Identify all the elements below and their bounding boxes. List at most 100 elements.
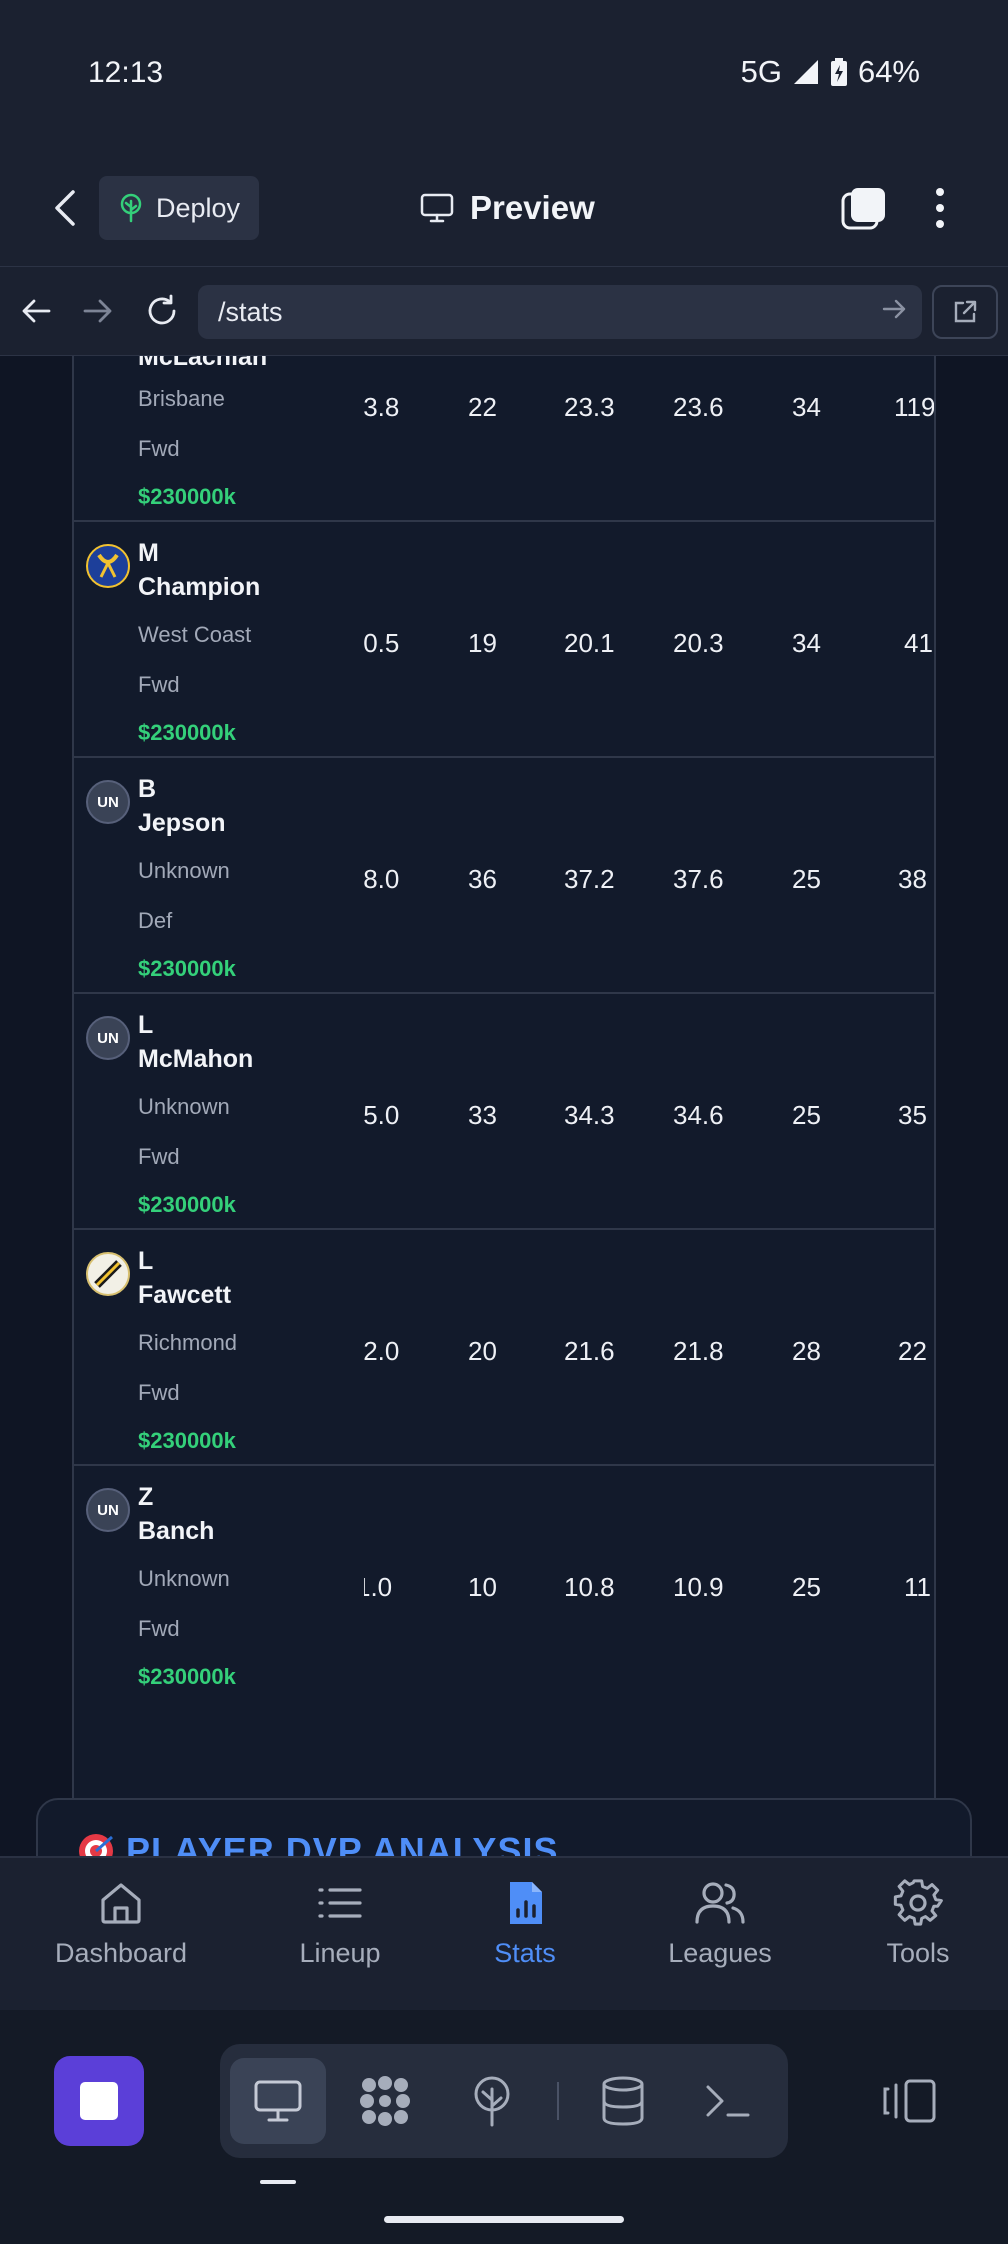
reload-icon	[148, 294, 176, 325]
player-team: Brisbane	[138, 386, 225, 411]
stats-page-content[interactable]: McLachlan Brisbane Fwd $230000k :3.8 22 …	[0, 356, 1008, 1856]
stat-cell: 10	[468, 1572, 497, 1602]
stat-cell: 41	[904, 628, 933, 658]
deploy-label: Deploy	[155, 192, 241, 223]
stat-cell: 20.3	[673, 628, 724, 658]
browser-forward-button[interactable]	[74, 287, 122, 335]
arrow-left-icon	[22, 299, 51, 323]
preview-tool-button[interactable]	[230, 2058, 326, 2144]
nav-stats-label: Stats	[494, 1938, 556, 1968]
back-button[interactable]	[42, 180, 88, 236]
url-input[interactable]: /stats	[198, 285, 922, 339]
stat-cell: :0.5	[364, 628, 400, 658]
home-indicator[interactable]	[384, 2216, 624, 2223]
database-tool-button[interactable]	[575, 2058, 671, 2144]
stat-cell: :8.0	[364, 864, 400, 894]
stat-cell: 25	[792, 864, 821, 894]
stat-cell: 34	[792, 392, 821, 422]
battery-level: 64%	[857, 54, 920, 89]
stat-cells: :3.8 22 23.3 23.6 34 119	[364, 356, 934, 522]
more-menu-button[interactable]	[920, 180, 960, 236]
stat-cell: 23.3	[564, 392, 615, 422]
stats-icon	[510, 1882, 542, 1924]
nav-dashboard[interactable]: Dashboard	[31, 1878, 211, 1998]
tool-divider	[557, 2082, 559, 2120]
stop-icon	[80, 2082, 118, 2120]
dvp-analysis-card: PLAYER DVP ANALYSIS	[36, 1798, 972, 1856]
stat-cells: :2.0 20 21.6 21.8 28 22	[364, 1230, 934, 1466]
stat-cell: 20	[468, 1336, 497, 1366]
reload-button[interactable]	[138, 287, 186, 335]
stat-cell: 11	[904, 1572, 931, 1602]
split-view-button[interactable]	[878, 2066, 942, 2136]
stat-cell: 10.8	[564, 1572, 615, 1602]
status-time: 12:13	[88, 56, 164, 89]
player-position: Fwd	[138, 672, 180, 697]
table-row[interactable]: L Fawcett Richmond Fwd $230000k :2.0 20 …	[74, 1230, 934, 1466]
table-row[interactable]: McLachlan Brisbane Fwd $230000k :3.8 22 …	[74, 356, 934, 522]
stop-button[interactable]	[54, 2056, 144, 2146]
player-position: Fwd	[138, 1380, 180, 1405]
nav-leagues[interactable]: Leagues	[630, 1878, 810, 1998]
nav-lineup[interactable]: Lineup	[250, 1878, 430, 1998]
terminal-tool-button[interactable]	[680, 2058, 776, 2144]
player-name: Z Banch	[138, 1483, 215, 1545]
app-header: Deploy Preview	[0, 150, 1008, 266]
bottom-nav: Dashboard Lineup Stats Leagues Tools	[0, 1856, 1008, 2010]
stat-cell: 33	[468, 1100, 497, 1130]
table-row[interactable]: M Champion West Coast Fwd $230000k :0.5 …	[74, 522, 934, 758]
stat-cell: 25	[792, 1100, 821, 1130]
battery-icon	[830, 57, 848, 87]
users-icon	[695, 1882, 745, 1924]
home-icon	[101, 1883, 141, 1924]
team-logo-unknown: UN	[86, 780, 130, 824]
player-position: Fwd	[138, 1616, 180, 1641]
player-team: Unknown	[138, 1094, 230, 1119]
stat-cell: 28	[792, 1336, 821, 1366]
player-position: Fwd	[138, 436, 180, 461]
more-vertical-icon	[936, 188, 944, 228]
stat-cell: 38	[898, 864, 927, 894]
player-position: Fwd	[138, 1144, 180, 1169]
player-position: Def	[138, 908, 173, 933]
tabs-icon	[841, 188, 885, 230]
nav-tools[interactable]: Tools	[828, 1878, 1008, 1998]
nodes-tool-button[interactable]	[337, 2058, 433, 2144]
network-type: 5G	[740, 54, 782, 89]
go-arrow-icon[interactable]	[882, 297, 908, 328]
table-row[interactable]: UN B Jepson Unknown Def $230000k :8.0 36…	[74, 758, 934, 994]
deploy-tool-button[interactable]	[444, 2058, 540, 2144]
editor-toolbar	[0, 2010, 1008, 2244]
stat-cell: 19	[468, 628, 497, 658]
player-team: West Coast	[138, 622, 252, 647]
external-link-icon	[954, 300, 977, 323]
stat-cell: 34	[792, 628, 821, 658]
stat-cell: 23.6	[673, 392, 724, 422]
browser-back-button[interactable]	[12, 287, 60, 335]
dvp-title-text: PLAYER DVP ANALYSIS	[126, 1830, 559, 1856]
stat-cells: :0.5 19 20.1 20.3 34 41	[364, 522, 934, 758]
table-row[interactable]: UN L McMahon Unknown Fwd $230000k :5.0 3…	[74, 994, 934, 1230]
player-price: $230000k	[138, 1664, 236, 1689]
table-row[interactable]: UN Z Banch Unknown Fwd $230000k 1.0 10 1…	[74, 1466, 934, 1702]
deploy-button[interactable]: Deploy	[99, 176, 259, 240]
terminal-icon	[706, 2085, 750, 2117]
database-icon	[602, 2076, 644, 2126]
stat-cell: 34.3	[564, 1100, 615, 1130]
monitor-icon	[254, 2080, 302, 2122]
tabs-button[interactable]	[836, 180, 892, 236]
chevron-left-icon	[55, 190, 75, 226]
target-icon	[79, 1834, 113, 1856]
team-logo-richmond	[86, 1252, 130, 1296]
open-external-button[interactable]	[932, 285, 998, 339]
stat-cell: 22	[898, 1336, 927, 1366]
preview-title: Preview	[420, 180, 595, 236]
nav-stats[interactable]: Stats	[435, 1878, 615, 1998]
team-logo-unknown: UN	[86, 1488, 130, 1532]
deploy-tree-icon	[120, 193, 142, 223]
preview-label: Preview	[470, 189, 595, 226]
nav-dashboard-label: Dashboard	[54, 1938, 188, 1968]
nodes-icon	[360, 2076, 410, 2126]
split-view-icon	[883, 2079, 936, 2123]
stat-cell: 10.9	[673, 1572, 724, 1602]
